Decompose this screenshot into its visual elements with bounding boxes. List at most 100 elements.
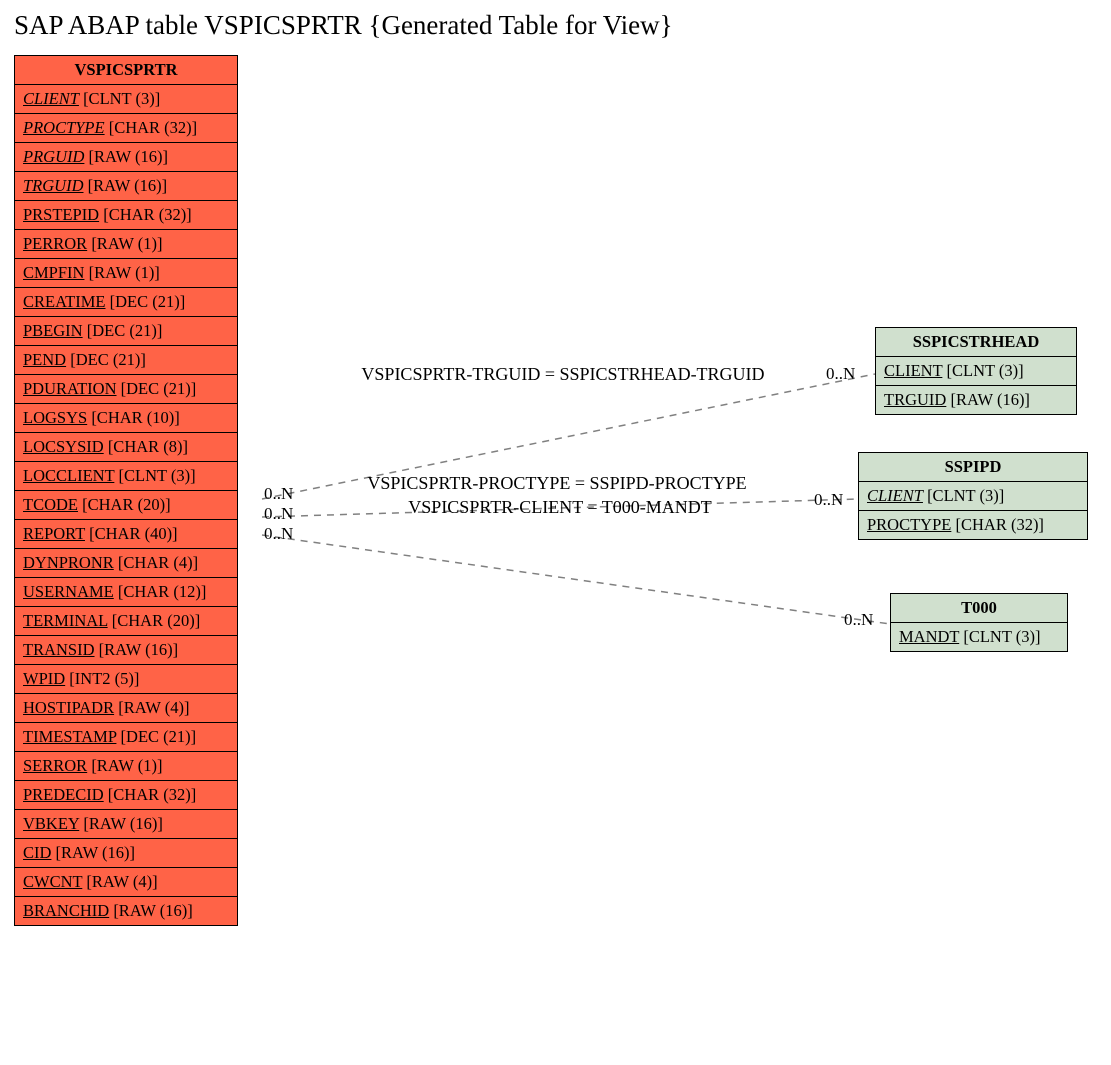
- field-name: PREDECID: [23, 785, 104, 804]
- table-row: CLIENT [CLNT (3)]: [15, 85, 237, 114]
- field-type: [DEC (21)]: [110, 292, 186, 311]
- table-row: PRSTEPID [CHAR (32)]: [15, 201, 237, 230]
- field-name: VBKEY: [23, 814, 79, 833]
- field-name: PBEGIN: [23, 321, 83, 340]
- field-name: PDURATION: [23, 379, 117, 398]
- table-header: T000: [891, 594, 1067, 623]
- table-row: CID [RAW (16)]: [15, 839, 237, 868]
- field-name: PRGUID: [23, 147, 84, 166]
- cardinality-right-2: 0..N: [844, 610, 873, 630]
- field-name: CWCNT: [23, 872, 82, 891]
- field-type: [CHAR (4)]: [118, 553, 198, 572]
- table-row: BRANCHID [RAW (16)]: [15, 897, 237, 925]
- field-name: PROCTYPE: [867, 515, 951, 534]
- field-name: TRGUID: [23, 176, 84, 195]
- field-name: CLIENT: [884, 361, 942, 380]
- field-type: [CHAR (20)]: [112, 611, 200, 630]
- field-name: LOCCLIENT: [23, 466, 114, 485]
- table-row: TRGUID [RAW (16)]: [15, 172, 237, 201]
- field-type: [RAW (1)]: [91, 756, 162, 775]
- field-type: [CLNT (3)]: [946, 361, 1023, 380]
- field-type: [DEC (21)]: [70, 350, 146, 369]
- field-name: LOCSYSID: [23, 437, 104, 456]
- table-row: TIMESTAMP [DEC (21)]: [15, 723, 237, 752]
- field-name: BRANCHID: [23, 901, 109, 920]
- table-header: SSPIPD: [859, 453, 1087, 482]
- field-name: CID: [23, 843, 51, 862]
- table-header: SSPICSTRHEAD: [876, 328, 1076, 357]
- field-name: USERNAME: [23, 582, 114, 601]
- table-row: LOGSYS [CHAR (10)]: [15, 404, 237, 433]
- field-type: [CHAR (20)]: [82, 495, 170, 514]
- field-name: CREATIME: [23, 292, 106, 311]
- field-type: [RAW (16)]: [88, 176, 167, 195]
- field-name: HOSTIPADR: [23, 698, 114, 717]
- field-type: [CHAR (32)]: [955, 515, 1043, 534]
- table-t000: T000 MANDT [CLNT (3)]: [890, 593, 1068, 652]
- field-name: TRANSID: [23, 640, 95, 659]
- field-type: [INT2 (5)]: [69, 669, 139, 688]
- field-type: [RAW (16)]: [99, 640, 178, 659]
- join-condition-1: VSPICSPRTR-PROCTYPE = SSPIPD-PROCTYPE: [332, 473, 782, 494]
- field-type: [RAW (16)]: [83, 814, 162, 833]
- table-row: PBEGIN [DEC (21)]: [15, 317, 237, 346]
- field-type: [CHAR (12)]: [118, 582, 206, 601]
- field-name: MANDT: [899, 627, 959, 646]
- table-row: TRANSID [RAW (16)]: [15, 636, 237, 665]
- field-name: CMPFIN: [23, 263, 84, 282]
- table-row: CLIENT [CLNT (3)]: [859, 482, 1087, 511]
- table-row: REPORT [CHAR (40)]: [15, 520, 237, 549]
- table-row: LOCCLIENT [CLNT (3)]: [15, 462, 237, 491]
- table-vspicsprtr: VSPICSPRTR CLIENT [CLNT (3)]PROCTYPE [CH…: [14, 55, 238, 926]
- field-type: [RAW (16)]: [950, 390, 1029, 409]
- table-row: TERMINAL [CHAR (20)]: [15, 607, 237, 636]
- field-type: [CHAR (32)]: [103, 205, 191, 224]
- table-row: CMPFIN [RAW (1)]: [15, 259, 237, 288]
- table-row: TCODE [CHAR (20)]: [15, 491, 237, 520]
- table-row: CLIENT [CLNT (3)]: [876, 357, 1076, 386]
- table-row: CWCNT [RAW (4)]: [15, 868, 237, 897]
- table-row: PROCTYPE [CHAR (32)]: [15, 114, 237, 143]
- field-type: [RAW (16)]: [89, 147, 168, 166]
- table-sspipd: SSPIPD CLIENT [CLNT (3)] PROCTYPE [CHAR …: [858, 452, 1088, 540]
- field-type: [CHAR (40)]: [89, 524, 177, 543]
- diagram-canvas: SAP ABAP table VSPICSPRTR {Generated Tab…: [0, 0, 1111, 1065]
- field-name: TERMINAL: [23, 611, 108, 630]
- field-name: PEND: [23, 350, 66, 369]
- field-type: [RAW (16)]: [56, 843, 135, 862]
- field-name: SERROR: [23, 756, 87, 775]
- table-row: CREATIME [DEC (21)]: [15, 288, 237, 317]
- table-row: LOCSYSID [CHAR (8)]: [15, 433, 237, 462]
- field-name: WPID: [23, 669, 65, 688]
- field-name: PRSTEPID: [23, 205, 99, 224]
- field-type: [RAW (1)]: [91, 234, 162, 253]
- field-type: [CHAR (32)]: [109, 118, 197, 137]
- table-row: DYNPRONR [CHAR (4)]: [15, 549, 237, 578]
- table-row: HOSTIPADR [RAW (4)]: [15, 694, 237, 723]
- field-type: [CLNT (3)]: [83, 89, 160, 108]
- table-row: SERROR [RAW (1)]: [15, 752, 237, 781]
- field-type: [CLNT (3)]: [963, 627, 1040, 646]
- table-row: PREDECID [CHAR (32)]: [15, 781, 237, 810]
- field-name: CLIENT: [23, 89, 79, 108]
- table-row: PRGUID [RAW (16)]: [15, 143, 237, 172]
- table-row: PEND [DEC (21)]: [15, 346, 237, 375]
- field-name: REPORT: [23, 524, 85, 543]
- table-row: USERNAME [CHAR (12)]: [15, 578, 237, 607]
- join-condition-2: VSPICSPRTR-CLIENT = T000-MANDT: [375, 497, 745, 518]
- field-type: [CHAR (32)]: [108, 785, 196, 804]
- field-name: TCODE: [23, 495, 78, 514]
- table-row: PROCTYPE [CHAR (32)]: [859, 511, 1087, 539]
- table-row: PERROR [RAW (1)]: [15, 230, 237, 259]
- table-row: PDURATION [DEC (21)]: [15, 375, 237, 404]
- field-name: TIMESTAMP: [23, 727, 116, 746]
- table-row: WPID [INT2 (5)]: [15, 665, 237, 694]
- table-header: VSPICSPRTR: [15, 56, 237, 85]
- field-type: [RAW (1)]: [89, 263, 160, 282]
- table-row: VBKEY [RAW (16)]: [15, 810, 237, 839]
- field-type: [CLNT (3)]: [927, 486, 1004, 505]
- field-type: [DEC (21)]: [121, 727, 197, 746]
- field-type: [CLNT (3)]: [118, 466, 195, 485]
- field-name: CLIENT: [867, 486, 923, 505]
- field-name: PROCTYPE: [23, 118, 105, 137]
